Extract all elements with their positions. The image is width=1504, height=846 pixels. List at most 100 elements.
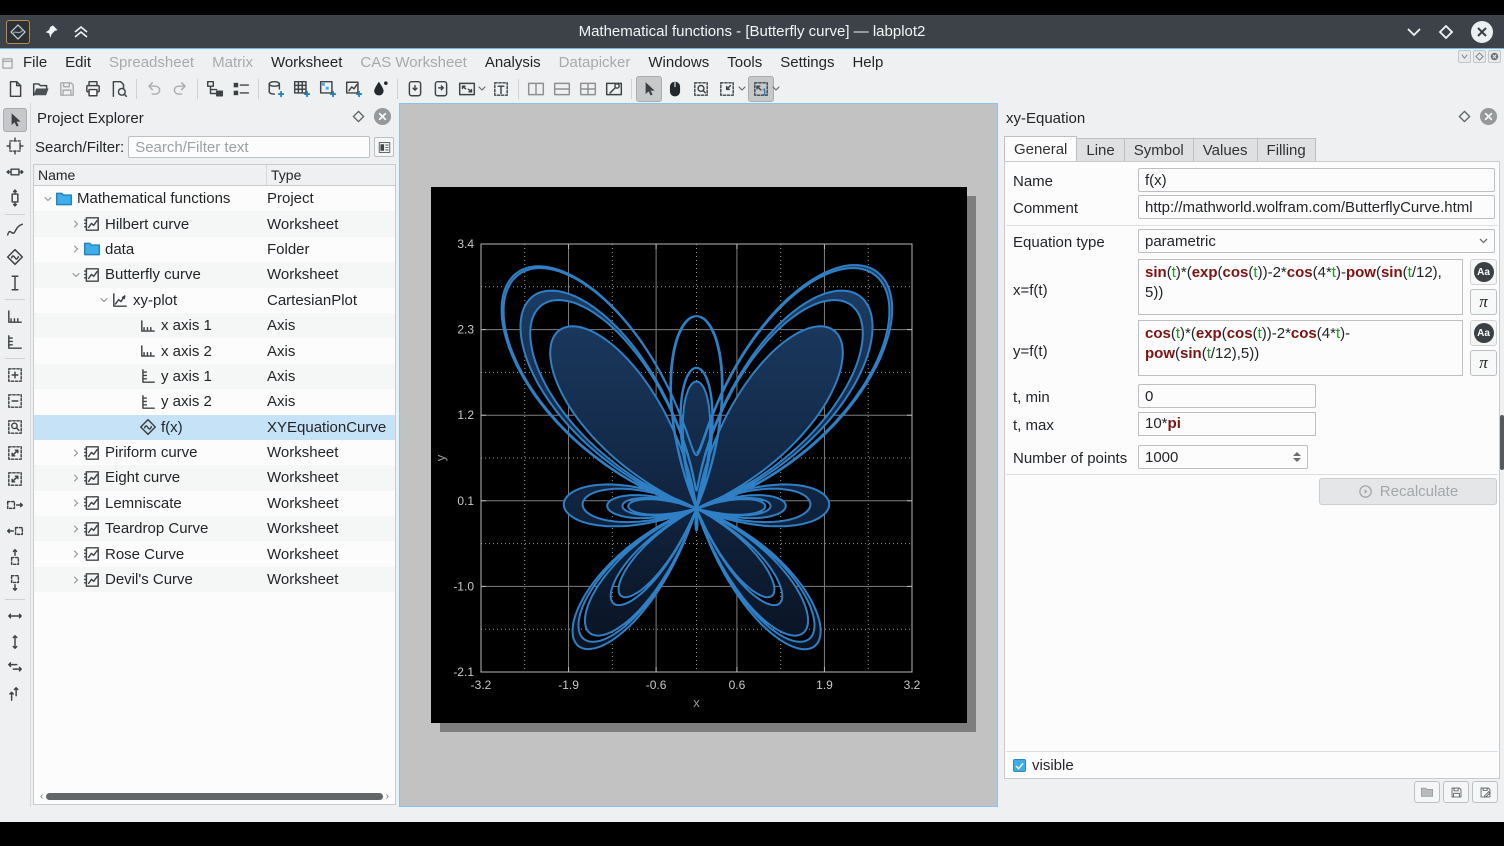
vertical-scrollbar-thumb[interactable]: [1500, 415, 1504, 470]
plot-tool-scale-x-icon[interactable]: [3, 304, 27, 328]
tree-row-xy-plot[interactable]: xy-plotCartesianPlot: [34, 288, 395, 313]
expander-collapsed-icon[interactable]: [68, 523, 83, 535]
plot-tool-nudge-v-icon[interactable]: [3, 630, 27, 654]
toolbar-button-new-matrix-icon[interactable]: [315, 76, 341, 102]
tree-row-y-axis-1[interactable]: y axis 1Axis: [34, 364, 395, 389]
toolbar-button-print-icon[interactable]: [80, 76, 106, 102]
plot-tool-expand-box-icon[interactable]: [3, 441, 27, 465]
toolbar-button-zoom-frame-icon[interactable]: [688, 76, 714, 102]
toolbar-button-ink-drop-icon[interactable]: [367, 76, 393, 102]
expander-collapsed-icon[interactable]: [68, 472, 83, 484]
toolbar-button-mouse-icon[interactable]: [662, 76, 688, 102]
toolbar-button-layout-horizontal-icon[interactable]: [549, 76, 575, 102]
plot-tool-zoom-in-box-icon[interactable]: [3, 363, 27, 387]
expander-collapsed-icon[interactable]: [68, 243, 83, 255]
menu-file[interactable]: File: [14, 51, 56, 74]
tree-row-hilbert-curve[interactable]: Hilbert curveWorksheet: [34, 211, 395, 236]
pin-icon[interactable]: [44, 24, 59, 39]
minimize-button[interactable]: [1406, 27, 1422, 37]
menu-edit[interactable]: Edit: [56, 51, 100, 74]
toolbar-button-text-frame-icon[interactable]: [488, 76, 514, 102]
tree-row-rose-curve[interactable]: Rose CurveWorksheet: [34, 541, 395, 566]
plot-tool-zoom-select-icon[interactable]: [3, 415, 27, 439]
expander-collapsed-icon[interactable]: [68, 574, 83, 586]
float-dock-icon[interactable]: [1458, 110, 1471, 127]
menu-settings[interactable]: Settings: [771, 51, 843, 74]
tree-row-x-axis-2[interactable]: x axis 2Axis: [34, 338, 395, 363]
tree-row-x-axis-1[interactable]: x axis 1Axis: [34, 313, 395, 338]
maximize-button[interactable]: [1438, 24, 1454, 40]
menu-worksheet[interactable]: Worksheet: [262, 51, 351, 74]
comment-field[interactable]: [1138, 195, 1495, 219]
spin-down-icon[interactable]: [1293, 458, 1301, 462]
plot-tool-pan-h-icon[interactable]: [3, 160, 27, 184]
menu-tools[interactable]: Tools: [718, 51, 771, 74]
toolbar-button-frame-forward-icon[interactable]: [428, 76, 454, 102]
scrollbar-thumb[interactable]: [46, 793, 382, 800]
x-pi-button[interactable]: π: [1470, 289, 1497, 315]
plot-tool-collapse-box-icon[interactable]: [3, 467, 27, 491]
plot-tool-add-equation-icon[interactable]: [3, 245, 27, 269]
dropdown-caret-icon[interactable]: [738, 86, 746, 92]
close-button[interactable]: [1470, 20, 1494, 44]
tree-row-lemniscate[interactable]: LemniscateWorksheet: [34, 491, 395, 516]
name-field[interactable]: [1138, 168, 1495, 192]
spin-up-icon[interactable]: [1293, 452, 1301, 456]
filter-options-button[interactable]: [374, 137, 394, 157]
expander-collapsed-icon[interactable]: [68, 497, 83, 509]
toolbar-button-new-workbook-icon[interactable]: [263, 76, 289, 102]
toolbar-button-new-worksheet-icon[interactable]: [341, 76, 367, 102]
column-header-name[interactable]: Name: [34, 165, 267, 185]
tree-row-teardrop-curve[interactable]: Teardrop CurveWorksheet: [34, 516, 395, 541]
expander-collapsed-icon[interactable]: [68, 548, 83, 560]
dropdown-caret-icon[interactable]: [772, 86, 780, 92]
toolbar-button-print-preview-icon[interactable]: [106, 76, 132, 102]
recalculate-button[interactable]: Recalculate: [1319, 478, 1497, 505]
plot-tool-crosshair-icon[interactable]: [3, 134, 27, 158]
search-filter-input[interactable]: [128, 136, 370, 158]
tree-row-devil-s-curve[interactable]: Devil's CurveWorksheet: [34, 567, 395, 592]
toolbar-button-open-folder-icon[interactable]: [28, 76, 54, 102]
plot-tool-scale-y-icon[interactable]: [3, 330, 27, 354]
x-equation-field[interactable]: sin(t)*(exp(cos(t))-2*cos(4*t)-pow(sin(t…: [1138, 259, 1463, 315]
horizontal-scrollbar[interactable]: ‹ ›: [40, 792, 389, 801]
expander-expanded-icon[interactable]: [40, 193, 55, 205]
visible-checkbox[interactable]: [1013, 759, 1026, 772]
tab-line[interactable]: Line: [1076, 138, 1124, 161]
column-header-type[interactable]: Type: [267, 165, 395, 185]
mdi-restore-button[interactable]: [1473, 50, 1486, 63]
tree-row-y-axis-2[interactable]: y axis 2Axis: [34, 389, 395, 414]
plot-tool-shift-right-box-icon[interactable]: [3, 493, 27, 517]
expander-collapsed-icon[interactable]: [68, 218, 83, 230]
toolbar-button-frame-back-icon[interactable]: [402, 76, 428, 102]
tree-row-piriform-curve[interactable]: Piriform curveWorksheet: [34, 440, 395, 465]
tab-symbol[interactable]: Symbol: [1124, 138, 1194, 161]
expander-collapsed-icon[interactable]: [68, 447, 83, 459]
mdi-close-button[interactable]: [1488, 50, 1501, 63]
toolbar-button-layout-grid-icon[interactable]: [575, 76, 601, 102]
toolbar-button-new-spreadsheet-icon[interactable]: [289, 76, 315, 102]
tab-filling[interactable]: Filling: [1257, 138, 1316, 161]
load-template-button[interactable]: [1414, 781, 1440, 803]
plot-page[interactable]: -3.2-1.9-0.60.61.93.23.42.31.20.1-1.0-2.…: [431, 187, 967, 723]
toolbar-button-fit-frame-icon[interactable]: [454, 76, 480, 102]
y-equation-field[interactable]: cos(t)*(exp(cos(t))-2*cos(4*t)-pow(sin(t…: [1138, 320, 1463, 376]
visible-checkbox-row[interactable]: visible: [1013, 757, 1074, 774]
expander-expanded-icon[interactable]: [96, 294, 111, 306]
tmax-field[interactable]: 10*pi: [1138, 412, 1316, 436]
float-dock-icon[interactable]: [352, 110, 365, 127]
plot-tool-nudge-h-icon[interactable]: [3, 604, 27, 628]
scroll-right-arrow[interactable]: ›: [386, 791, 389, 802]
toolbar-button-project-tree-icon[interactable]: [202, 76, 228, 102]
plot-tool-cursor-icon[interactable]: [3, 108, 27, 132]
dropdown-caret-icon[interactable]: [478, 86, 486, 92]
y-pi-button[interactable]: π: [1470, 350, 1497, 376]
tree-row-butterfly-curve[interactable]: Butterfly curveWorksheet: [34, 262, 395, 287]
npoints-spinner[interactable]: 1000: [1138, 445, 1308, 469]
plot-tool-shift-left-box-icon[interactable]: [3, 519, 27, 543]
toolbar-button-layout-edit-icon[interactable]: [601, 76, 627, 102]
y-constants-button[interactable]: Aa: [1470, 320, 1497, 346]
plot-tool-shift-up-box-icon[interactable]: [3, 545, 27, 569]
toolbar-button-layout-vertical-icon[interactable]: [523, 76, 549, 102]
toolbar-button-new-document-icon[interactable]: [2, 76, 28, 102]
